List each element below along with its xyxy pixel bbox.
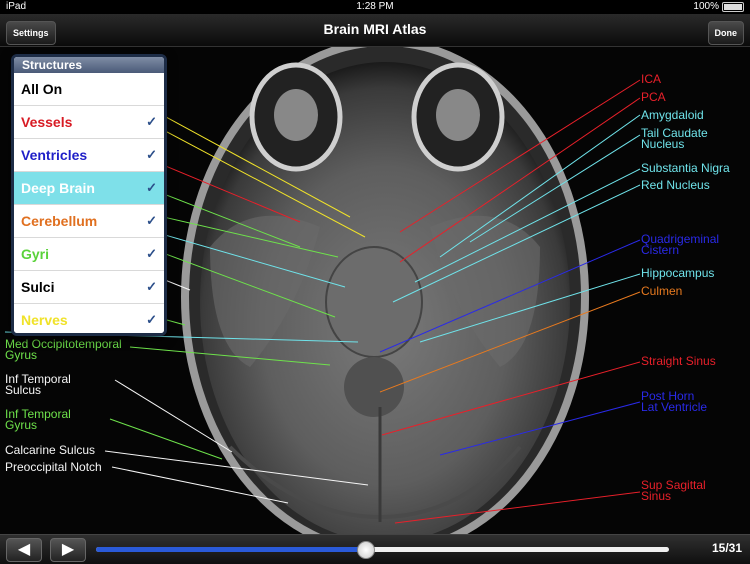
label-amygdaloid[interactable]: Amygdaloid — [641, 109, 704, 121]
structures-popover: Structures All On Vessels ✓ Ventricles ✓… — [11, 54, 167, 336]
label-ica[interactable]: ICA — [641, 73, 661, 85]
slice-counter: 15/31 — [711, 541, 742, 555]
slider-thumb[interactable] — [357, 541, 376, 559]
status-bar: iPad 1:28 PM 100% — [0, 0, 750, 14]
previous-slice-button[interactable]: ◀ — [6, 538, 42, 562]
structure-item-all-on[interactable]: All On — [14, 73, 164, 106]
label-tail-caudate-nucleus[interactable]: Tail Caudate Nucleus — [641, 127, 708, 150]
structure-item-label: All On — [21, 81, 63, 97]
checkmark-icon: ✓ — [146, 246, 157, 261]
label-post-horn-lat-ventricle[interactable]: Post Horn Lat Ventricle — [641, 390, 707, 413]
label-quadrigeminal-cistern[interactable]: Quadrigeminal Cistern — [641, 233, 719, 256]
structure-item-label: Sulci — [21, 279, 55, 295]
battery-percent: 100% — [693, 1, 719, 12]
next-slice-button[interactable]: ▶ — [50, 538, 86, 562]
structure-item-vessels[interactable]: Vessels ✓ — [14, 106, 164, 139]
label-preoccipital-notch[interactable]: Preoccipital Notch — [5, 461, 102, 473]
structure-item-label: Nerves — [21, 312, 68, 328]
label-pca[interactable]: PCA — [641, 91, 666, 103]
bottom-toolbar: ◀ ▶ 15/31 — [0, 534, 750, 564]
structure-item-label: Deep Brain — [21, 180, 95, 196]
label-red-nucleus[interactable]: Red Nucleus — [641, 179, 710, 191]
label-straight-sinus[interactable]: Straight Sinus — [641, 355, 716, 367]
status-time: 1:28 PM — [356, 1, 394, 12]
label-culmen[interactable]: Culmen — [641, 285, 682, 297]
arrow-right-icon: ▶ — [61, 541, 75, 558]
label-calcarine-sulcus[interactable]: Calcarine Sulcus — [5, 444, 95, 456]
label-hippocampus[interactable]: Hippocampus — [641, 267, 714, 279]
structure-item-cerebellum[interactable]: Cerebellum ✓ — [14, 205, 164, 238]
label-inf-temporal-sulcus[interactable]: Inf Temporal Sulcus — [5, 373, 71, 396]
structure-item-label: Ventricles — [21, 147, 88, 163]
done-button[interactable]: Done — [707, 21, 744, 45]
battery-indicator: 100% — [693, 1, 744, 12]
structure-item-gyri[interactable]: Gyri ✓ — [14, 238, 164, 271]
label-substantia-nigra[interactable]: Substantia Nigra — [641, 162, 730, 174]
label-inf-temporal-gyrus[interactable]: Inf Temporal Gyrus — [5, 408, 71, 431]
checkmark-icon: ✓ — [146, 147, 157, 162]
structure-item-label: Gyri — [21, 246, 50, 262]
checkmark-icon: ✓ — [146, 114, 157, 129]
popover-title: Structures — [14, 57, 164, 73]
structure-item-nerves[interactable]: Nerves ✓ — [14, 304, 164, 333]
label-med-occipitotemporal-gyrus[interactable]: Med Occipitotemporal Gyrus — [5, 338, 122, 361]
structure-item-label: Vessels — [21, 114, 73, 130]
page-title: Brain MRI Atlas — [323, 21, 427, 37]
checkmark-icon: ✓ — [146, 180, 157, 195]
label-sup-sagittal-sinus[interactable]: Sup Sagittal Sinus — [641, 479, 706, 502]
slider-fill — [96, 547, 366, 552]
structure-item-sulci[interactable]: Sulci ✓ — [14, 271, 164, 304]
checkmark-icon: ✓ — [146, 312, 157, 327]
checkmark-icon: ✓ — [146, 279, 157, 294]
checkmark-icon: ✓ — [146, 213, 157, 228]
structure-item-ventricles[interactable]: Ventricles ✓ — [14, 139, 164, 172]
battery-icon — [722, 1, 744, 12]
structure-item-deep-brain[interactable]: Deep Brain ✓ — [14, 172, 164, 205]
slice-slider[interactable] — [96, 541, 669, 559]
navigation-bar: Settings Brain MRI Atlas Done — [0, 14, 750, 47]
arrow-left-icon: ◀ — [17, 541, 31, 558]
structure-item-label: Cerebellum — [21, 213, 98, 229]
